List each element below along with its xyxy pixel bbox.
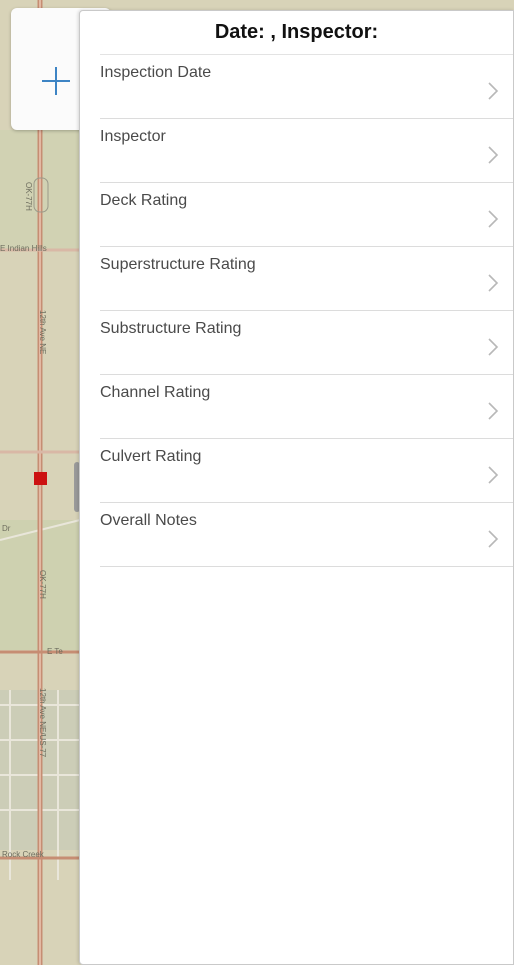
inspection-panel: Date: , Inspector: Inspection Date Inspe…: [79, 10, 514, 965]
field-row-inspector[interactable]: Inspector: [100, 119, 513, 183]
map-label: Dr: [2, 524, 11, 533]
chevron-right-icon: [488, 402, 499, 420]
field-row-superstructure-rating[interactable]: Superstructure Rating: [100, 247, 513, 311]
map-label: 12th Ave NE: [38, 310, 47, 355]
chevron-right-icon: [488, 466, 499, 484]
map-label: OK-77H: [38, 570, 47, 599]
app-screen: OK-77H E Indian Hills 12th Ave NE Dr OK-…: [0, 0, 514, 965]
field-label: Channel Rating: [100, 384, 211, 401]
field-label: Overall Notes: [100, 512, 197, 529]
chevron-right-icon: [488, 210, 499, 228]
map-label: E Te: [47, 647, 63, 656]
chevron-right-icon: [488, 146, 499, 164]
map-label: 12th Ave NE/US-77: [38, 688, 47, 758]
field-row-overall-notes[interactable]: Overall Notes: [100, 503, 513, 567]
map-label: E Indian Hills: [0, 244, 47, 253]
field-label: Deck Rating: [100, 192, 188, 209]
chevron-right-icon: [488, 530, 499, 548]
field-row-culvert-rating[interactable]: Culvert Rating: [100, 439, 513, 503]
bridge-marker[interactable]: [34, 472, 47, 485]
plus-icon: [42, 67, 70, 95]
panel-title: Date: , Inspector:: [100, 11, 513, 55]
field-label: Inspection Date: [100, 64, 212, 81]
inspection-field-list: Inspection Date Inspector Deck Rating Su…: [80, 55, 513, 567]
add-button[interactable]: [39, 64, 73, 98]
field-label: Inspector: [100, 128, 166, 145]
field-row-substructure-rating[interactable]: Substructure Rating: [100, 311, 513, 375]
field-label: Superstructure Rating: [100, 256, 256, 273]
chevron-right-icon: [488, 82, 499, 100]
field-label: Substructure Rating: [100, 320, 242, 337]
field-row-channel-rating[interactable]: Channel Rating: [100, 375, 513, 439]
map-label: Rock Creek: [2, 850, 44, 859]
field-label: Culvert Rating: [100, 448, 202, 465]
chevron-right-icon: [488, 274, 499, 292]
map-label: OK-77H: [24, 182, 33, 211]
field-row-inspection-date[interactable]: Inspection Date: [100, 55, 513, 119]
chevron-right-icon: [488, 338, 499, 356]
field-row-deck-rating[interactable]: Deck Rating: [100, 183, 513, 247]
